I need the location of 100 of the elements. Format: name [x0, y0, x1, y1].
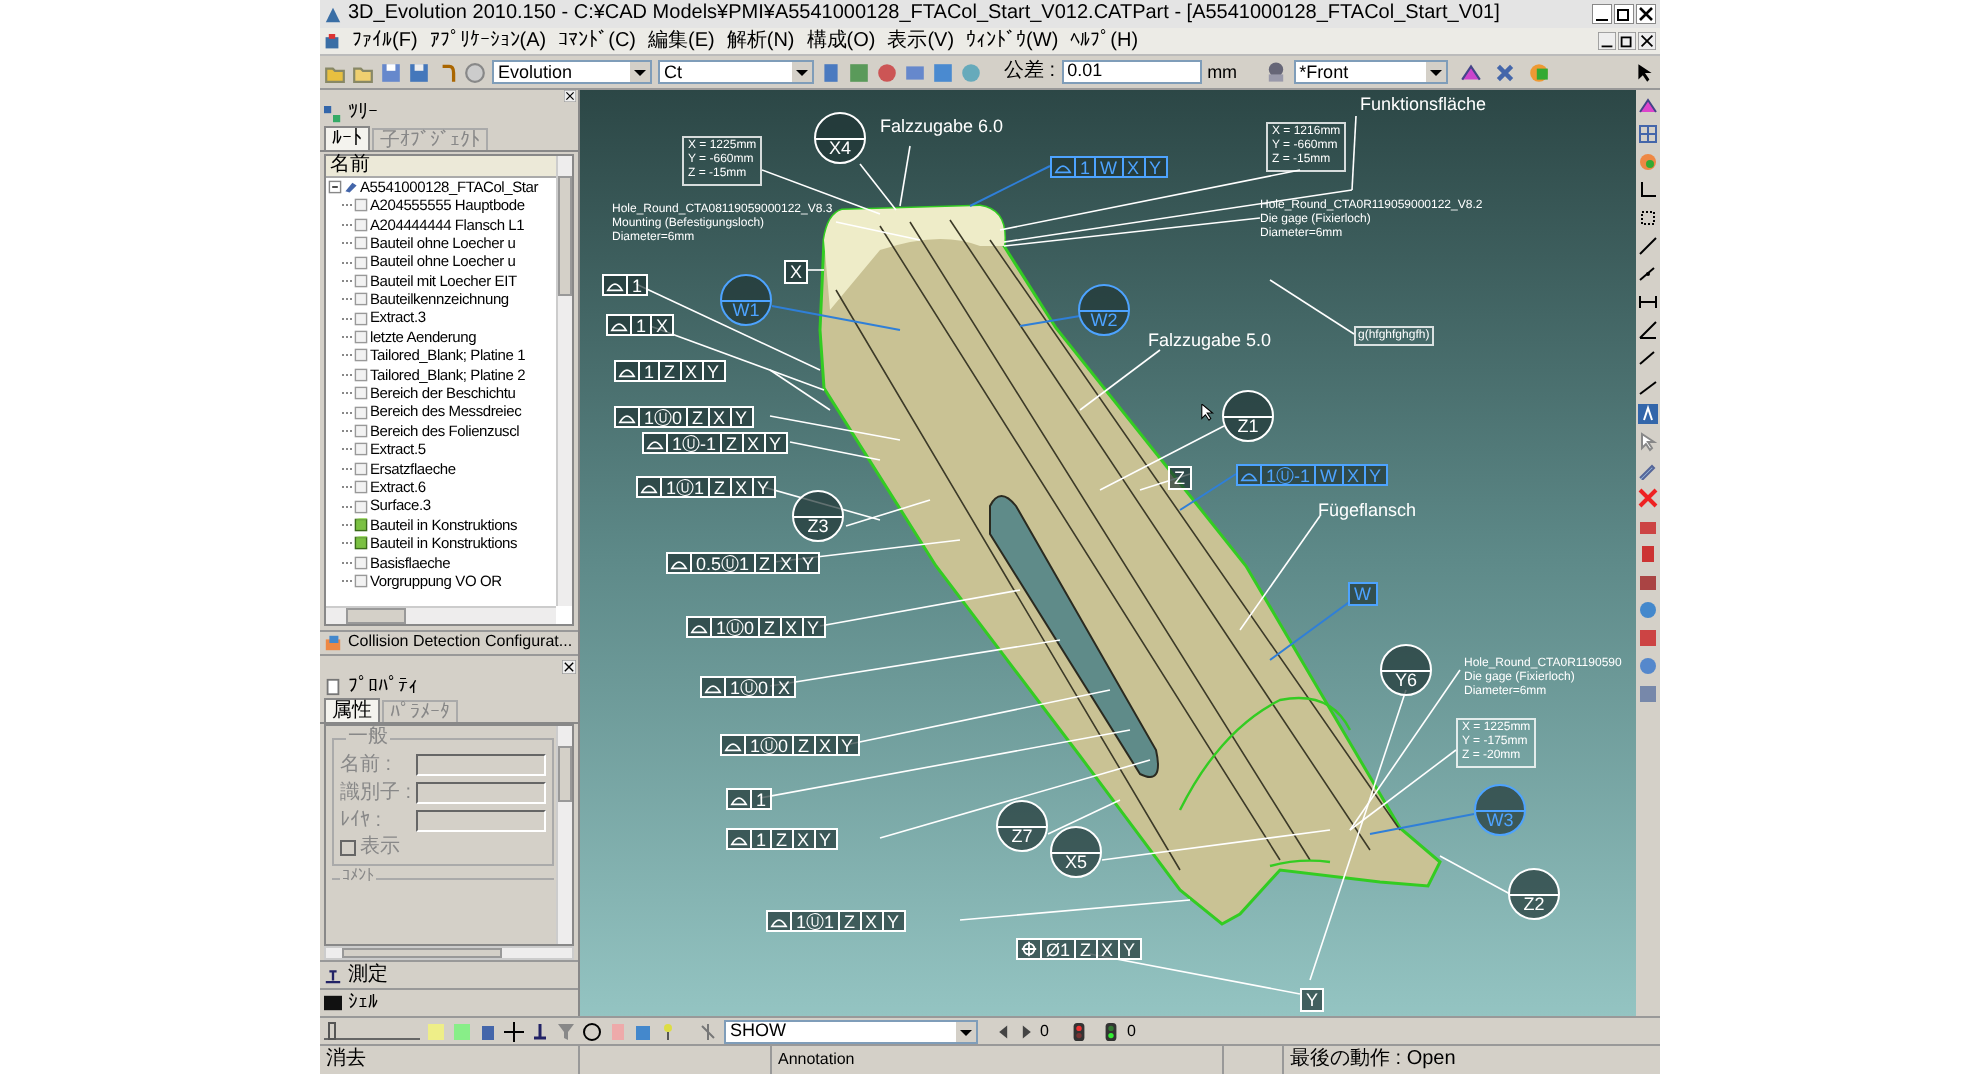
tolerance-frame[interactable]: Ø1 Z X Y [1016, 938, 1142, 960]
frame-icon[interactable] [1638, 208, 1658, 228]
tolerance-frame[interactable]: 1 [602, 274, 649, 296]
tolerance-frame[interactable]: 1Ⓤ1 Z X Y [766, 910, 906, 932]
tolerance-frame[interactable]: 1Ⓤ1 Z X Y [636, 476, 776, 498]
tool-icon[interactable] [478, 1021, 498, 1041]
scrollbar[interactable] [326, 605, 556, 624]
tab[interactable]: 属性 [324, 698, 380, 723]
tolerance-frame[interactable]: 1Ⓤ-1 W X Y [1236, 464, 1388, 486]
panel-header[interactable]: Collision Detection Configurat... [320, 629, 578, 656]
view-dropdown[interactable]: *Front [1293, 60, 1448, 84]
text-field[interactable] [416, 754, 546, 777]
panel-header[interactable]: ｼｪﾙ [320, 988, 578, 1016]
dimension-icon[interactable] [1638, 292, 1658, 312]
panel-header[interactable]: 測定 [320, 960, 578, 989]
minimize-icon[interactable] [1592, 4, 1612, 24]
menu-item[interactable]: ｳｨﾝﾄﾞｳ(W) [966, 31, 1059, 51]
datum-target[interactable]: W2 [1078, 284, 1130, 336]
previous-icon[interactable] [996, 1023, 1012, 1039]
text-icon[interactable] [1638, 404, 1658, 424]
tolerance-frame[interactable]: 1 X [606, 314, 675, 336]
menu-item[interactable]: 編集(E) [648, 31, 715, 51]
collapse-icon[interactable] [328, 179, 342, 194]
restore-icon[interactable] [1618, 32, 1636, 50]
datum-target[interactable]: Z2 [1508, 868, 1560, 920]
datum-label[interactable]: Y [1300, 988, 1325, 1012]
tolerance-frame[interactable]: 1 Z X Y [614, 360, 726, 382]
menu-item[interactable]: ｱﾌﾟﾘｹｰｼｮﾝ(A) [429, 31, 547, 51]
checkbox[interactable] [340, 840, 356, 857]
filter-icon[interactable] [698, 1021, 718, 1041]
close-icon[interactable] [1636, 4, 1656, 24]
datum-target[interactable]: Y6 [1380, 644, 1432, 696]
tolerance-field[interactable]: 0.01 [1061, 60, 1202, 84]
close-icon[interactable] [564, 90, 576, 102]
datum-label[interactable]: X [784, 260, 809, 284]
minimize-icon[interactable] [1598, 32, 1616, 50]
menu-item[interactable]: 解析(N) [726, 31, 795, 51]
scrollbar[interactable] [556, 155, 572, 606]
grid-icon[interactable] [1638, 124, 1658, 144]
frame-cell: 1 [750, 830, 771, 848]
filter-dropdown[interactable]: Ct [658, 60, 814, 84]
profile-dropdown[interactable]: Evolution [492, 60, 652, 84]
restore-icon[interactable] [1614, 4, 1634, 24]
move-icon[interactable] [504, 1021, 524, 1041]
datum-target[interactable]: X4 [814, 112, 866, 164]
frame-cell: X [791, 830, 814, 848]
tool-icon[interactable] [932, 61, 954, 83]
tolerance-frame[interactable]: 1 [726, 788, 773, 810]
slider-thumb[interactable] [328, 1022, 337, 1040]
scroll-thumb[interactable] [342, 947, 502, 959]
square-icon [354, 273, 368, 288]
datum-target[interactable]: Z3 [792, 490, 844, 542]
delete-icon[interactable] [1638, 488, 1658, 508]
tolerance-frame[interactable]: 1Ⓤ0 Z X Y [720, 734, 860, 756]
menu-item[interactable]: ﾍﾙﾌﾟ(H) [1070, 31, 1139, 51]
frame-cell: X [707, 408, 730, 426]
help-icon[interactable] [1634, 61, 1656, 83]
angle-icon[interactable] [1638, 320, 1658, 340]
menu-item[interactable]: ﾌｧｲﾙ(F) [352, 31, 418, 51]
cursor-icon[interactable] [1638, 432, 1658, 452]
mode-dropdown[interactable]: SHOW [724, 1019, 978, 1043]
tool-icon[interactable] [1459, 61, 1482, 83]
text-field[interactable] [416, 810, 546, 833]
datum-target[interactable]: X5 [1050, 826, 1102, 878]
tolerance-frame[interactable]: 1Ⓤ0 Z X Y [614, 406, 754, 428]
tolerance-frame[interactable]: 1Ⓤ-1 Z X Y [642, 432, 788, 454]
text-field[interactable] [416, 782, 546, 805]
pen-icon[interactable] [1638, 460, 1658, 480]
tab[interactable]: ﾙｰﾄ [324, 125, 370, 150]
menu-item[interactable]: 構成(O) [806, 31, 876, 51]
tool-icon[interactable] [876, 61, 898, 83]
datum-target[interactable]: Z1 [1222, 390, 1274, 442]
close-icon[interactable] [562, 659, 576, 674]
document-icon[interactable] [324, 33, 340, 49]
tolerance-frame[interactable]: 0.5Ⓤ1 Z X Y [666, 552, 821, 574]
viewport[interactable] [580, 90, 1636, 1016]
close-icon[interactable] [1638, 32, 1656, 50]
dimension-icon[interactable] [1638, 264, 1658, 284]
scrollbar[interactable] [556, 726, 572, 944]
tool-icon[interactable] [1493, 61, 1516, 83]
axis-icon[interactable] [1638, 180, 1658, 200]
scroll-thumb[interactable] [558, 746, 572, 803]
dimension-icon[interactable] [1638, 236, 1658, 256]
tolerance-frame[interactable]: 1Ⓤ0 Z X Y [686, 616, 826, 638]
scroll-thumb[interactable] [346, 607, 406, 624]
slider[interactable] [324, 1022, 420, 1040]
tool-icon[interactable] [820, 61, 842, 83]
next-icon[interactable] [1018, 1023, 1034, 1039]
datum-label[interactable]: Z [1168, 466, 1191, 490]
menu-item[interactable]: ｺﾏﾝﾄﾞ(C) [558, 31, 637, 51]
tolerance-frame[interactable]: 1 W X Y [1050, 156, 1168, 178]
datum-target[interactable]: Z7 [996, 800, 1048, 852]
tolerance-frame[interactable]: 1 Z X Y [726, 828, 838, 850]
menu-item[interactable]: 表示(V) [887, 31, 955, 51]
scroll-thumb[interactable] [558, 175, 572, 296]
viewer-icon[interactable] [1263, 60, 1288, 84]
frame-cell: Ø1 [1040, 940, 1075, 958]
tolerance-frame[interactable]: 1Ⓤ0 X [700, 676, 797, 698]
column-header[interactable]: 名前 [330, 155, 370, 176]
datum-target[interactable]: W1 [720, 274, 772, 326]
